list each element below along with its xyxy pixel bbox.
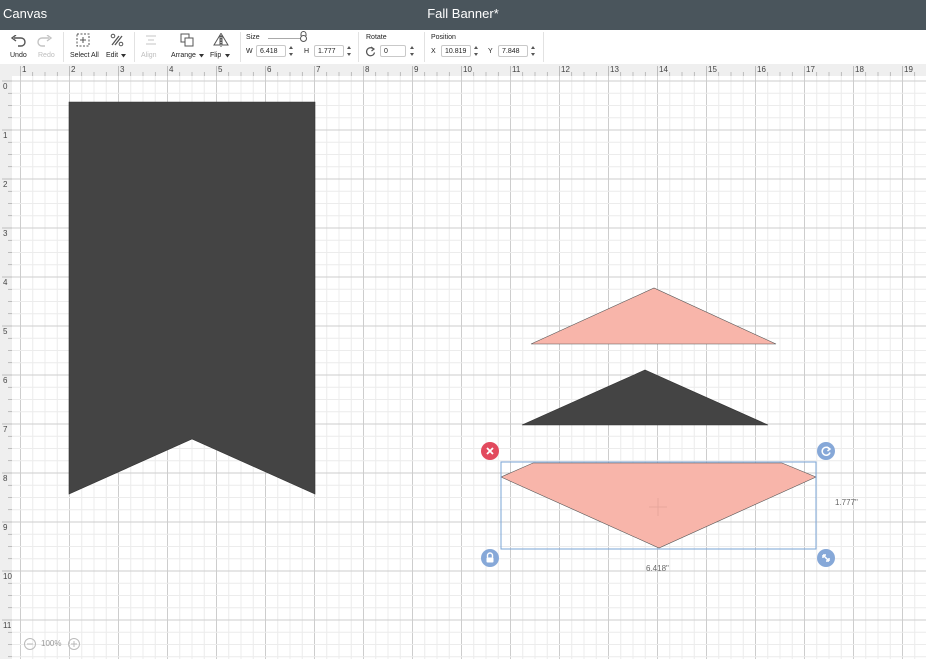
align-label: Align	[141, 52, 157, 59]
dark-triangle[interactable]	[521, 369, 769, 426]
edit-label: Edit	[106, 52, 119, 59]
undo-icon	[10, 35, 26, 47]
toolbar-divider	[424, 32, 425, 62]
chevron-down-icon	[199, 54, 204, 58]
flip-label: Flip	[210, 52, 222, 59]
edit-icon	[110, 33, 124, 47]
flip-icon	[213, 33, 229, 47]
arrange-label: Arrange	[171, 52, 196, 59]
toolbar-divider	[63, 32, 64, 62]
rotate-field[interactable]: 0	[380, 45, 406, 57]
undo-button[interactable]: Undo	[4, 32, 32, 62]
redo-icon	[37, 35, 53, 47]
delete-handle[interactable]	[481, 442, 499, 460]
lock-icon	[486, 552, 494, 563]
align-menu[interactable]: Align	[138, 32, 164, 62]
width-field[interactable]: 6.418	[256, 45, 286, 57]
x-stepper[interactable]	[473, 45, 480, 57]
flip-menu[interactable]: Flip	[208, 32, 236, 62]
selection-height-readout: 1.777"	[835, 498, 858, 507]
x-label: X	[431, 48, 436, 55]
zoom-out-icon[interactable]	[24, 638, 36, 650]
redo-button[interactable]: Redo	[32, 32, 60, 62]
banner-shape[interactable]	[68, 101, 316, 495]
rotate-handle[interactable]	[817, 442, 835, 460]
edit-menu[interactable]: Edit	[104, 32, 130, 62]
rotate-icon	[365, 46, 376, 57]
position-label: Position	[431, 34, 456, 41]
shapes-layer	[68, 101, 817, 550]
zoom-level: 100%	[41, 639, 62, 648]
rotate-icon	[821, 446, 832, 456]
height-label: H	[304, 48, 310, 55]
selection-width-readout: 6.418"	[646, 564, 669, 573]
undo-label: Undo	[10, 52, 27, 59]
height-field[interactable]: 1.777	[314, 45, 344, 57]
redo-label: Redo	[38, 52, 55, 59]
height-stepper[interactable]	[346, 45, 353, 57]
y-label: Y	[488, 48, 493, 55]
x-field[interactable]: 10.819	[441, 45, 471, 57]
rotate-label: Rotate	[366, 34, 387, 41]
pink-triangle-top[interactable]	[530, 287, 777, 345]
rotate-stepper[interactable]	[409, 45, 416, 57]
lock-icon	[300, 31, 307, 42]
toolbar-divider	[134, 32, 135, 62]
toolbar-divider	[240, 32, 241, 62]
width-label: W	[246, 48, 253, 55]
design-canvas[interactable]: 1 2 3 4 5 6 7 8 9 10 11 12 13 14 15 16 17 18 19 0 1 2 3 4 5 6 7 8 9 1…	[0, 64, 926, 659]
toolbar-divider	[358, 32, 359, 62]
size-lock-slider[interactable]	[268, 31, 308, 43]
lock-handle[interactable]	[481, 549, 499, 567]
width-stepper[interactable]	[288, 45, 295, 57]
toolbar-divider	[543, 32, 544, 62]
align-icon	[146, 35, 156, 45]
toolbar: Undo Redo Select All Edit Align Arrange …	[0, 30, 926, 65]
select-all-label: Select All	[70, 52, 99, 59]
arrange-menu[interactable]: Arrange	[168, 32, 206, 62]
y-field[interactable]: 7.848	[498, 45, 528, 57]
size-label: Size	[246, 34, 260, 41]
document-title: Fall Banner*	[427, 6, 499, 21]
close-icon	[486, 447, 494, 455]
chevron-down-icon	[121, 54, 126, 58]
title-bar: Canvas Fall Banner*	[0, 0, 926, 30]
zoom-in-icon[interactable]	[68, 638, 80, 650]
resize-handle[interactable]	[817, 549, 835, 567]
chevron-down-icon	[225, 54, 230, 58]
arrange-icon	[180, 33, 194, 47]
select-all-icon	[76, 33, 90, 47]
resize-icon	[822, 554, 830, 562]
select-all-button[interactable]: Select All	[66, 32, 102, 62]
y-stepper[interactable]	[530, 45, 537, 57]
zoom-controls: 100%	[24, 637, 84, 653]
